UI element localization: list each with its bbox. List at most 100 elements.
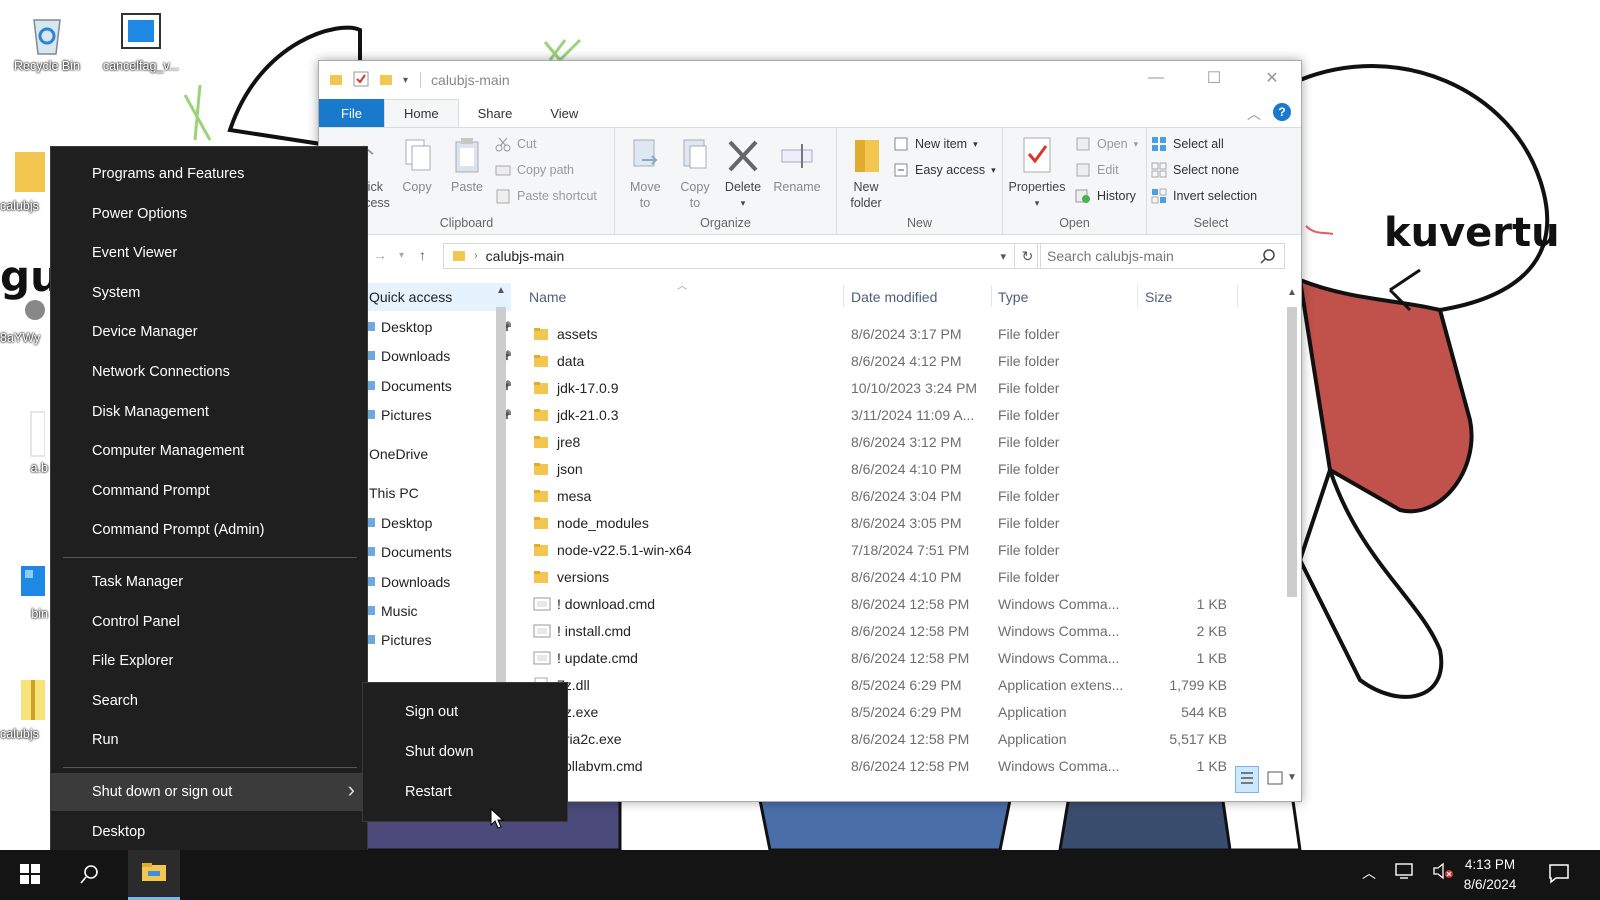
desktop-icon-package[interactable]: bin (0, 556, 50, 621)
copy-button[interactable]: Copy (397, 136, 437, 195)
table-row[interactable]: jre8 8/6/2024 3:12 PM File folder (525, 429, 1265, 456)
forward-arrow-icon[interactable]: → (373, 247, 387, 263)
edit-button[interactable]: Edit (1075, 162, 1119, 178)
table-row[interactable]: ! download.cmd 8/6/2024 12:58 PM Windows C… (525, 591, 1265, 618)
table-row[interactable]: jdk-21.0.3 3/11/2024 11:09 A... File folde… (525, 402, 1265, 429)
table-row[interactable]: assets 8/6/2024 3:17 PM File folder (525, 321, 1265, 348)
scroll-thumb[interactable] (496, 307, 506, 699)
nav-item[interactable]: Pictures (359, 626, 511, 654)
nav-item[interactable]: Downloads (359, 568, 511, 596)
scroll-up-icon[interactable]: ▲ (493, 285, 509, 296)
menu-item-computer-management[interactable]: Computer Management (51, 432, 367, 470)
collapse-ribbon-icon[interactable]: ︿ (1247, 104, 1261, 124)
menu-item-programs-and-features[interactable]: Programs and Features (51, 155, 367, 193)
start-button[interactable] (0, 850, 60, 900)
select-all-button[interactable]: Select all (1151, 136, 1224, 152)
column-header-date[interactable]: Date modified (851, 289, 937, 305)
menu-item-run[interactable]: Run (51, 721, 367, 759)
recent-locations-chevron-icon[interactable]: ▾ (399, 250, 404, 261)
table-row[interactable]: 7z.exe 8/5/2024 6:29 PM Application 544 KB (525, 699, 1265, 726)
address-dropdown-icon[interactable]: ▾ (1000, 250, 1006, 263)
desktop-icon-app[interactable]: cancelfag_v... (98, 8, 184, 73)
breadcrumb-separator-icon[interactable]: › (474, 250, 478, 262)
desktop-icon-file[interactable]: a.b (0, 410, 50, 475)
file-list-scrollbar[interactable]: ▲ ▼ (1283, 287, 1301, 783)
properties-checkbox-icon[interactable] (353, 71, 369, 90)
menu-item-shut-down-or-sign-out[interactable]: Shut down or sign out › (51, 773, 367, 811)
minimize-button[interactable]: — (1127, 61, 1185, 95)
nav-item[interactable]: This PC (359, 479, 511, 507)
table-row[interactable]: data 8/6/2024 4:12 PM File folder (525, 348, 1265, 375)
menu-item-desktop[interactable]: Desktop (51, 813, 367, 851)
column-separator[interactable] (1137, 285, 1138, 307)
maximize-button[interactable]: ☐ (1185, 61, 1243, 95)
desktop-icon-zip-folder[interactable]: calubjs (0, 676, 50, 741)
paste-shortcut-button[interactable]: Paste shortcut (495, 188, 597, 204)
taskbar-search-button[interactable] (66, 850, 114, 900)
menu-item-task-manager[interactable]: Task Manager (51, 563, 367, 601)
open-button[interactable]: Open ▾ (1075, 136, 1138, 152)
details-view-icon[interactable] (1235, 766, 1259, 793)
tab-view[interactable]: View (531, 99, 597, 127)
address-bar[interactable]: › calubjs-main ▾ (443, 243, 1015, 269)
menu-item-control-panel[interactable]: Control Panel (51, 603, 367, 641)
invert-selection-button[interactable]: Invert selection (1151, 188, 1257, 204)
show-hidden-icons-chevron-icon[interactable]: ︿ (1362, 863, 1376, 883)
tab-share[interactable]: Share (459, 99, 532, 127)
nav-item[interactable]: Documents (359, 538, 511, 566)
menu-item-file-explorer[interactable]: File Explorer (51, 642, 367, 680)
tab-file[interactable]: File (319, 99, 384, 127)
delete-button[interactable]: Delete ▾ (719, 136, 767, 211)
move-to-button[interactable]: Move to (623, 136, 667, 211)
properties-dropdown-icon[interactable]: ▾ (1035, 195, 1040, 211)
submenu-item-restart[interactable]: Restart (363, 773, 567, 811)
menu-item-network-connections[interactable]: Network Connections (51, 353, 367, 391)
paste-button[interactable]: Paste (445, 136, 489, 195)
nav-item[interactable]: Desktop (359, 509, 511, 537)
properties-button[interactable]: Properties ▾ (1005, 136, 1069, 211)
copy-to-button[interactable]: Copy to (673, 136, 717, 211)
delete-dropdown-icon[interactable]: ▾ (741, 195, 746, 211)
up-arrow-icon[interactable]: ↑ (419, 247, 426, 263)
table-row[interactable]: aria2c.exe 8/6/2024 12:58 PM Application 5,… (525, 726, 1265, 753)
menu-item-command-prompt[interactable]: Command Prompt (51, 472, 367, 510)
easy-access-button[interactable]: Easy access ▾ (893, 162, 996, 178)
scroll-up-icon[interactable]: ▲ (1283, 287, 1301, 298)
action-center-button[interactable] (1548, 862, 1570, 887)
table-row[interactable]: versions 8/6/2024 4:10 PM File folder (525, 564, 1265, 591)
network-icon[interactable] (1394, 862, 1414, 883)
new-folder-qat-icon[interactable] (379, 72, 393, 89)
large-icons-view-icon[interactable] (1263, 766, 1287, 793)
desktop-icon-folder[interactable]: calubjs (0, 148, 50, 213)
table-row[interactable]: jdk-17.0.9 10/10/2023 3:24 PM File folder (525, 375, 1265, 402)
new-item-button[interactable]: New item ▾ (893, 136, 978, 152)
table-row[interactable]: node_modules 8/6/2024 3:05 PM File folder (525, 510, 1265, 537)
search-box[interactable]: Search calubjs-main (1037, 243, 1285, 269)
new-folder-button[interactable]: New folder (843, 136, 889, 211)
nav-item[interactable]: Pictures📌 (359, 401, 511, 429)
rename-button[interactable]: Rename (769, 136, 825, 195)
menu-item-search[interactable]: Search (51, 682, 367, 720)
title-bar[interactable]: ▾ calubjs-main — ☐ ✕ (319, 61, 1301, 99)
column-separator[interactable] (991, 285, 992, 307)
table-row[interactable]: collabvm.cmd 8/6/2024 12:58 PM Windows Com… (525, 753, 1265, 780)
table-row[interactable]: mesa 8/6/2024 3:04 PM File folder (525, 483, 1265, 510)
nav-item[interactable]: Quick access (359, 283, 511, 311)
nav-item[interactable]: OneDrive (359, 440, 511, 468)
search-input[interactable]: Search calubjs-main (1047, 248, 1174, 264)
customize-qat-icon[interactable]: ▾ (403, 75, 408, 86)
submenu-item-sign-out[interactable]: Sign out (363, 693, 567, 731)
nav-item[interactable]: Downloads📌 (359, 342, 511, 370)
nav-item[interactable]: Desktop📌 (359, 313, 511, 341)
taskbar-file-explorer-button[interactable] (128, 850, 180, 900)
copy-path-button[interactable]: Copy path (495, 162, 574, 178)
history-button[interactable]: History (1075, 188, 1136, 204)
column-header-name[interactable]: Name (529, 289, 566, 305)
column-header-type[interactable]: Type (998, 289, 1028, 305)
menu-item-device-manager[interactable]: Device Manager (51, 313, 367, 351)
menu-item-power-options[interactable]: Power Options (51, 195, 367, 233)
column-separator[interactable] (843, 285, 844, 307)
close-button[interactable]: ✕ (1243, 61, 1301, 95)
column-header-size[interactable]: Size (1145, 289, 1172, 305)
column-separator[interactable] (1237, 285, 1238, 307)
